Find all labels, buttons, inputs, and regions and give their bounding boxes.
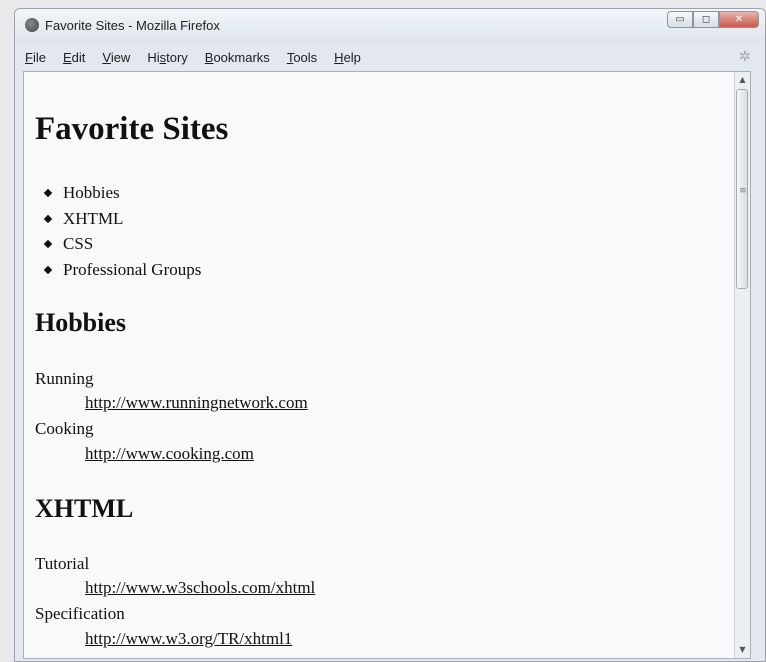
page-heading: Favorite Sites: [35, 111, 229, 147]
scroll-up-arrow-icon[interactable]: ▲: [735, 72, 750, 88]
term-cooking: Cooking: [35, 419, 94, 438]
link-cooking[interactable]: http://www.cooking.com: [85, 444, 254, 464]
nav-item-hobbies: Hobbies: [63, 180, 201, 206]
nav-item-css: CSS: [63, 231, 201, 257]
term-specification: Specification: [35, 604, 125, 623]
section-heading-xhtml: XHTML: [35, 494, 134, 523]
menu-edit[interactable]: Edit: [63, 50, 85, 65]
nav-list: Hobbies XHTML CSS Professional Groups: [63, 180, 201, 282]
link-tutorial[interactable]: http://www.w3schools.com/xhtml: [85, 578, 315, 598]
minimize-button[interactable]: ▭: [667, 11, 693, 28]
page-viewport: Favorite Sites Hobbies XHTML CSS Profess…: [23, 71, 751, 659]
nav-item-professional-groups: Professional Groups: [63, 257, 201, 283]
menu-view[interactable]: View: [102, 50, 130, 65]
menu-history[interactable]: History: [147, 50, 187, 65]
title-bar: Favorite Sites - Mozilla Firefox ▭ ◻ ✕: [15, 9, 765, 43]
window-title: Favorite Sites - Mozilla Firefox: [45, 18, 220, 33]
link-running[interactable]: http://www.runningnetwork.com: [85, 393, 308, 413]
term-running: Running: [35, 369, 94, 388]
vertical-scrollbar[interactable]: ▲ ≡ ▼: [734, 72, 750, 658]
scroll-down-arrow-icon[interactable]: ▼: [735, 642, 750, 658]
menu-bookmarks[interactable]: Bookmarks: [205, 50, 270, 65]
section-heading-hobbies: Hobbies: [35, 308, 127, 337]
nav-item-xhtml: XHTML: [63, 206, 201, 232]
maximize-button[interactable]: ◻: [693, 11, 719, 28]
browser-window: Favorite Sites - Mozilla Firefox ▭ ◻ ✕ F…: [14, 8, 766, 662]
term-tutorial: Tutorial: [35, 554, 90, 573]
menu-tools[interactable]: Tools: [287, 50, 317, 65]
menu-file[interactable]: File: [25, 50, 46, 65]
window-controls: ▭ ◻ ✕: [667, 11, 759, 29]
throbber-icon: ✲: [739, 49, 751, 65]
menu-help[interactable]: Help: [334, 50, 361, 65]
close-button[interactable]: ✕: [719, 11, 759, 28]
scrollbar-grip-icon: ≡: [739, 186, 747, 196]
menu-bar: File Edit View History Bookmarks Tools H…: [15, 45, 765, 69]
scrollbar-thumb[interactable]: ≡: [736, 89, 748, 289]
link-specification[interactable]: http://www.w3.org/TR/xhtml1: [85, 629, 292, 649]
firefox-icon: [25, 18, 39, 32]
